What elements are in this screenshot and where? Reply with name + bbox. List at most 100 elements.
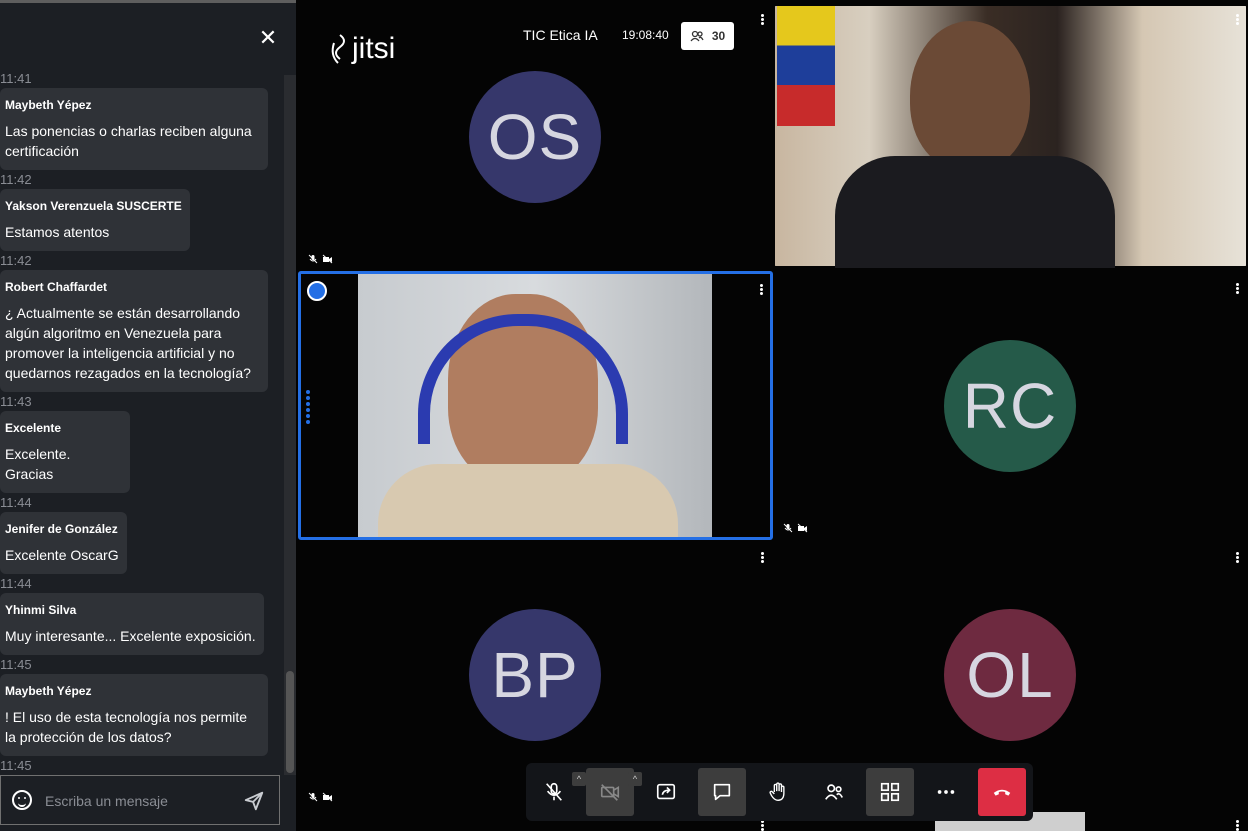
chat-message-input[interactable] xyxy=(45,788,225,814)
message-text: Excelente. Gracias xyxy=(5,446,71,482)
chat-scrollbar[interactable] xyxy=(284,75,296,775)
meeting-title: TIC Etica IA xyxy=(523,27,598,43)
camera-off-icon xyxy=(600,784,620,801)
tile-status-icons xyxy=(308,254,333,264)
tile-menu-icon[interactable] xyxy=(761,820,765,831)
tile-menu-icon[interactable] xyxy=(1236,283,1240,295)
participant-video xyxy=(775,6,1246,268)
meeting-toolbar: ^ ^ xyxy=(526,763,1033,821)
participant-avatar: OS xyxy=(469,71,601,203)
participant-avatar: BP xyxy=(469,609,601,741)
message-sender: Robert Chaffardet xyxy=(5,280,108,294)
participant-avatar: RC xyxy=(944,340,1076,472)
camera-off-icon xyxy=(322,254,333,264)
participant-body xyxy=(835,156,1115,268)
message-sender: Jenifer de González xyxy=(5,522,118,536)
participants-count-button[interactable]: 30 xyxy=(681,22,734,50)
camera-options-chevron-icon[interactable]: ^ xyxy=(628,772,642,786)
tile-menu-icon[interactable] xyxy=(761,14,765,26)
participant-body xyxy=(378,464,678,537)
mic-muted-icon xyxy=(546,782,562,801)
jitsi-meeting-window: ✕ 11:41 Maybeth Yépez Las ponencias o ch… xyxy=(0,0,1248,831)
camera-off-icon xyxy=(797,523,808,533)
jitsi-logo-icon xyxy=(331,34,345,64)
tile-view-button[interactable] xyxy=(866,768,914,816)
chat-message: Yhinmi Silva Muy interesante... Excelent… xyxy=(0,593,284,674)
more-options-button[interactable] xyxy=(922,768,970,816)
chat-panel: ✕ 11:41 Maybeth Yépez Las ponencias o ch… xyxy=(0,0,296,831)
chat-message: Maybeth Yépez ! El uso de esta tecnologí… xyxy=(0,674,284,773)
participants-count: 30 xyxy=(711,29,726,43)
scrollbar-thumb[interactable] xyxy=(286,671,294,773)
participant-tile-active-speaker[interactable] xyxy=(298,271,773,540)
participant-head xyxy=(910,21,1030,171)
share-screen-button[interactable] xyxy=(642,768,690,816)
microphone-button[interactable]: ^ xyxy=(530,768,586,816)
logo-text: jitsi xyxy=(352,32,396,65)
tile-status-icons xyxy=(783,523,808,533)
tile-menu-icon[interactable] xyxy=(760,284,764,296)
message-time: 11:42 xyxy=(0,253,32,268)
chat-message-list[interactable]: 11:41 Maybeth Yépez Las ponencias o char… xyxy=(0,72,284,773)
message-text: Estamos atentos xyxy=(5,224,110,240)
message-text: Las ponencias o charlas reciben alguna c… xyxy=(5,123,252,159)
participants-icon xyxy=(825,784,843,800)
camera-off-icon xyxy=(322,792,333,802)
filmstrip-resize-handle[interactable] xyxy=(306,390,310,424)
message-sender: Yhinmi Silva xyxy=(5,603,77,617)
participant-video xyxy=(358,274,712,537)
message-time: 11:43 xyxy=(0,394,32,409)
message-sender: Maybeth Yépez xyxy=(5,98,92,112)
hangup-button[interactable] xyxy=(978,768,1026,816)
mic-muted-icon xyxy=(308,254,318,264)
chat-message: Excelente Excelente. Gracias 11:44 xyxy=(0,411,284,512)
tile-menu-icon[interactable] xyxy=(761,552,765,564)
message-sender: Maybeth Yépez xyxy=(5,684,92,698)
chat-message: Jenifer de González Excelente OscarG 11:… xyxy=(0,512,284,593)
close-chat-icon[interactable]: ✕ xyxy=(258,27,278,49)
chat-message: Robert Chaffardet ¿ Actualmente se están… xyxy=(0,270,284,411)
jitsi-logo: jitsi xyxy=(328,32,395,66)
message-time: 11:45 xyxy=(0,657,32,672)
message-text: Excelente OscarG xyxy=(5,547,119,563)
participants-button[interactable] xyxy=(810,768,858,816)
mic-options-chevron-icon[interactable]: ^ xyxy=(572,772,586,786)
chat-icon xyxy=(713,783,731,801)
send-icon[interactable] xyxy=(243,790,265,812)
message-time: 11:42 xyxy=(0,172,32,187)
message-time: 11:44 xyxy=(0,495,32,510)
message-sender: Yakson Verenzuela SUSCERTE xyxy=(5,199,182,213)
tile-menu-icon[interactable] xyxy=(1236,14,1240,26)
tile-menu-icon[interactable] xyxy=(1236,820,1240,831)
dominant-speaker-icon xyxy=(307,281,327,301)
message-sender: Excelente xyxy=(5,421,62,435)
raise-hand-icon xyxy=(769,782,785,801)
camera-button[interactable]: ^ xyxy=(586,768,642,816)
emoji-icon[interactable] xyxy=(12,790,32,810)
message-text: Muy interesante... Excelente exposición. xyxy=(5,628,256,644)
participants-icon xyxy=(690,30,704,42)
mic-muted-icon xyxy=(783,523,793,533)
chat-message: Yakson Verenzuela SUSCERTE Estamos atent… xyxy=(0,189,284,270)
message-time: 11:44 xyxy=(0,576,32,591)
mic-muted-icon xyxy=(308,792,318,802)
message-time: 11:45 xyxy=(0,758,32,773)
message-text: ¿ Actualmente se están desarrollando alg… xyxy=(5,305,251,381)
meeting-timer: 19:08:40 xyxy=(622,28,669,42)
chat-message: Maybeth Yépez Las ponencias o charlas re… xyxy=(0,88,284,189)
flag-left xyxy=(777,6,835,126)
hangup-icon xyxy=(993,789,1011,796)
message-text: ! El uso de esta tecnología nos permite … xyxy=(5,709,248,745)
tile-menu-icon[interactable] xyxy=(1236,552,1240,564)
participant-tile-video-1[interactable] xyxy=(775,4,1246,268)
chat-input-box xyxy=(0,775,280,825)
raise-hand-button[interactable] xyxy=(754,768,802,816)
grid-icon xyxy=(880,782,900,802)
chat-button[interactable] xyxy=(698,768,746,816)
participant-avatar: OL xyxy=(944,609,1076,741)
message-time: 11:41 xyxy=(0,72,32,86)
share-screen-icon xyxy=(656,783,676,800)
tile-status-icons xyxy=(308,792,333,802)
more-horizontal-icon xyxy=(937,790,955,794)
participant-tile-rc[interactable]: RC xyxy=(775,273,1246,537)
